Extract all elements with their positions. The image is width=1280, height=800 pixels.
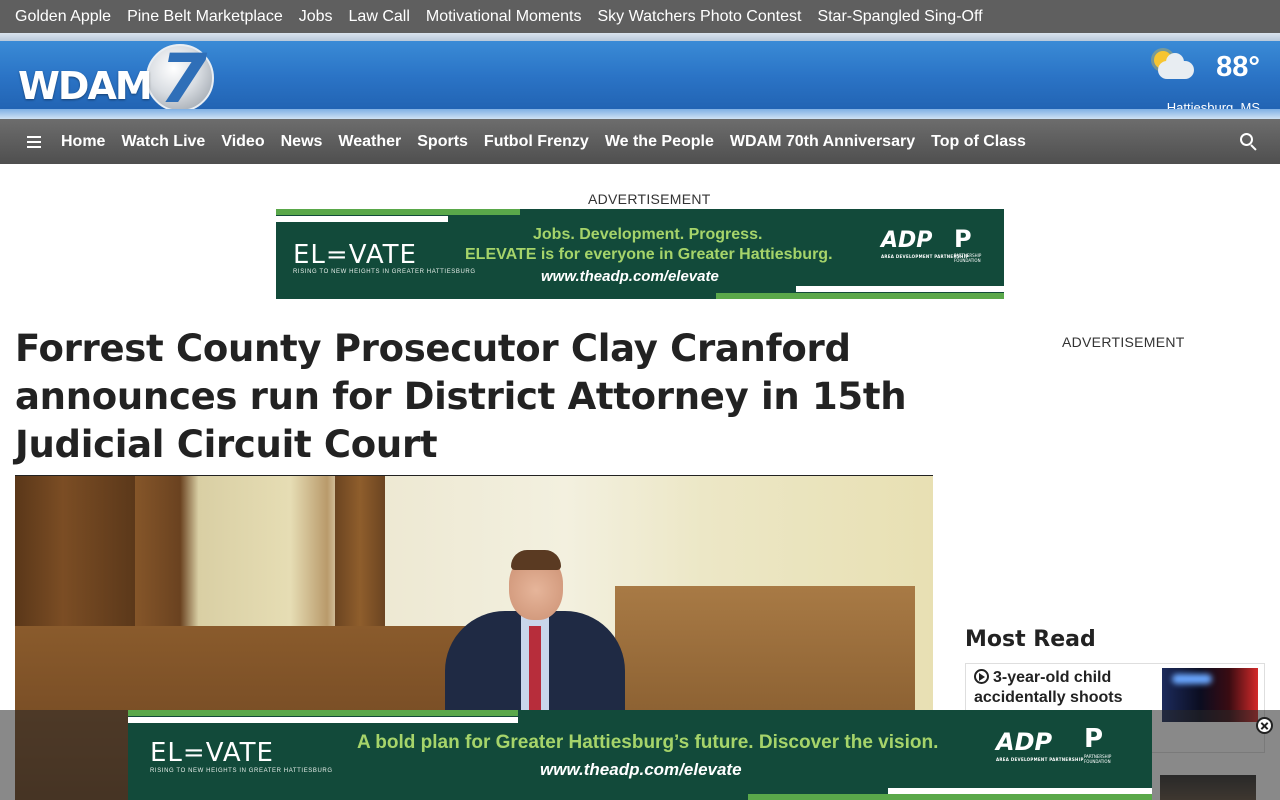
top-link-motivational-moments[interactable]: Motivational Moments [426,8,582,26]
ad-url: www.theadp.com/elevate [541,268,719,285]
ad-label-top: ADVERTISEMENT [588,191,711,207]
most-read-item-title: 3-year-old child accidentally shoots [974,669,1123,706]
top-ad-banner[interactable]: EL=VATE RISING TO NEW HEIGHTS IN GREATER… [276,209,1004,299]
main-nav: Home Watch Live Video News Weather Sport… [0,119,1280,164]
station-logo[interactable]: 7 WDAM [18,41,218,119]
sticky-adp-logo: ADP AREA DEVELOPMENT PARTNERSHIP [996,728,1084,762]
top-utility-bar: Golden Apple Pine Belt Marketplace Jobs … [0,0,1280,33]
logo-seven-badge: 7 [146,41,214,119]
sticky-ad-banner[interactable]: EL=VATE RISING TO NEW HEIGHTS IN GREATER… [128,710,1152,800]
nav-item-we-the-people[interactable]: We the People [605,133,714,151]
most-read-title: Most Read [965,627,1096,652]
ad-label-sidebar: ADVERTISEMENT [1062,334,1185,350]
nav-item-watch-live[interactable]: Watch Live [121,133,205,151]
top-link-pine-belt-marketplace[interactable]: Pine Belt Marketplace [127,8,283,26]
nav-item-70th-anniversary[interactable]: WDAM 70th Anniversary [730,133,915,151]
top-link-law-call[interactable]: Law Call [349,8,410,26]
nav-item-top-of-class[interactable]: Top of Class [931,133,1026,151]
sticky-ad-url: www.theadp.com/elevate [540,760,742,779]
sticky-elevate-logo: EL=VATE [150,738,274,768]
elevate-logo: EL=VATE [293,240,417,270]
top-link-star-spangled[interactable]: Star-Spangled Sing-Off [817,8,982,26]
sticky-partnership-foundation-logo: P PARTNERSHIP FOUNDATION [1084,724,1112,764]
weather-temperature: 88° [1216,51,1260,83]
brand-header: 7 WDAM 88° Hattiesburg, MS [0,41,1280,119]
partly-cloudy-icon [1150,51,1196,83]
top-link-jobs[interactable]: Jobs [299,8,333,26]
top-link-sky-watchers[interactable]: Sky Watchers Photo Contest [598,8,802,26]
article-headline: Forrest County Prosecutor Clay Cranford … [15,327,907,466]
nav-item-sports[interactable]: Sports [417,133,468,151]
search-icon[interactable] [1240,133,1258,151]
sticky-ad-headline: A bold plan for Greater Hattiesburg’s fu… [357,732,939,753]
nav-item-home[interactable]: Home [61,133,105,151]
weather-widget[interactable]: 88° Hattiesburg, MS [1150,47,1260,115]
header-divider [0,33,1280,41]
ad-headline-2: ELEVATE is for everyone in Greater Hatti… [465,246,833,263]
hamburger-menu-icon[interactable] [27,135,41,148]
close-icon[interactable] [1256,717,1273,734]
play-circle-icon [974,669,989,684]
sticky-elevate-tagline: RISING TO NEW HEIGHTS IN GREATER HATTIES… [150,768,333,774]
nav-item-weather[interactable]: Weather [338,133,401,151]
nav-item-news[interactable]: News [281,133,323,151]
elevate-tagline: RISING TO NEW HEIGHTS IN GREATER HATTIES… [293,269,476,275]
nav-item-futbol-frenzy[interactable]: Futbol Frenzy [484,133,589,151]
partnership-foundation-logo: P PARTNERSHIP FOUNDATION [954,225,982,263]
ad-headline-1: Jobs. Development. Progress. [533,226,763,243]
nav-item-video[interactable]: Video [221,133,264,151]
logo-wordmark: WDAM [18,64,153,108]
top-link-golden-apple[interactable]: Golden Apple [15,8,111,26]
